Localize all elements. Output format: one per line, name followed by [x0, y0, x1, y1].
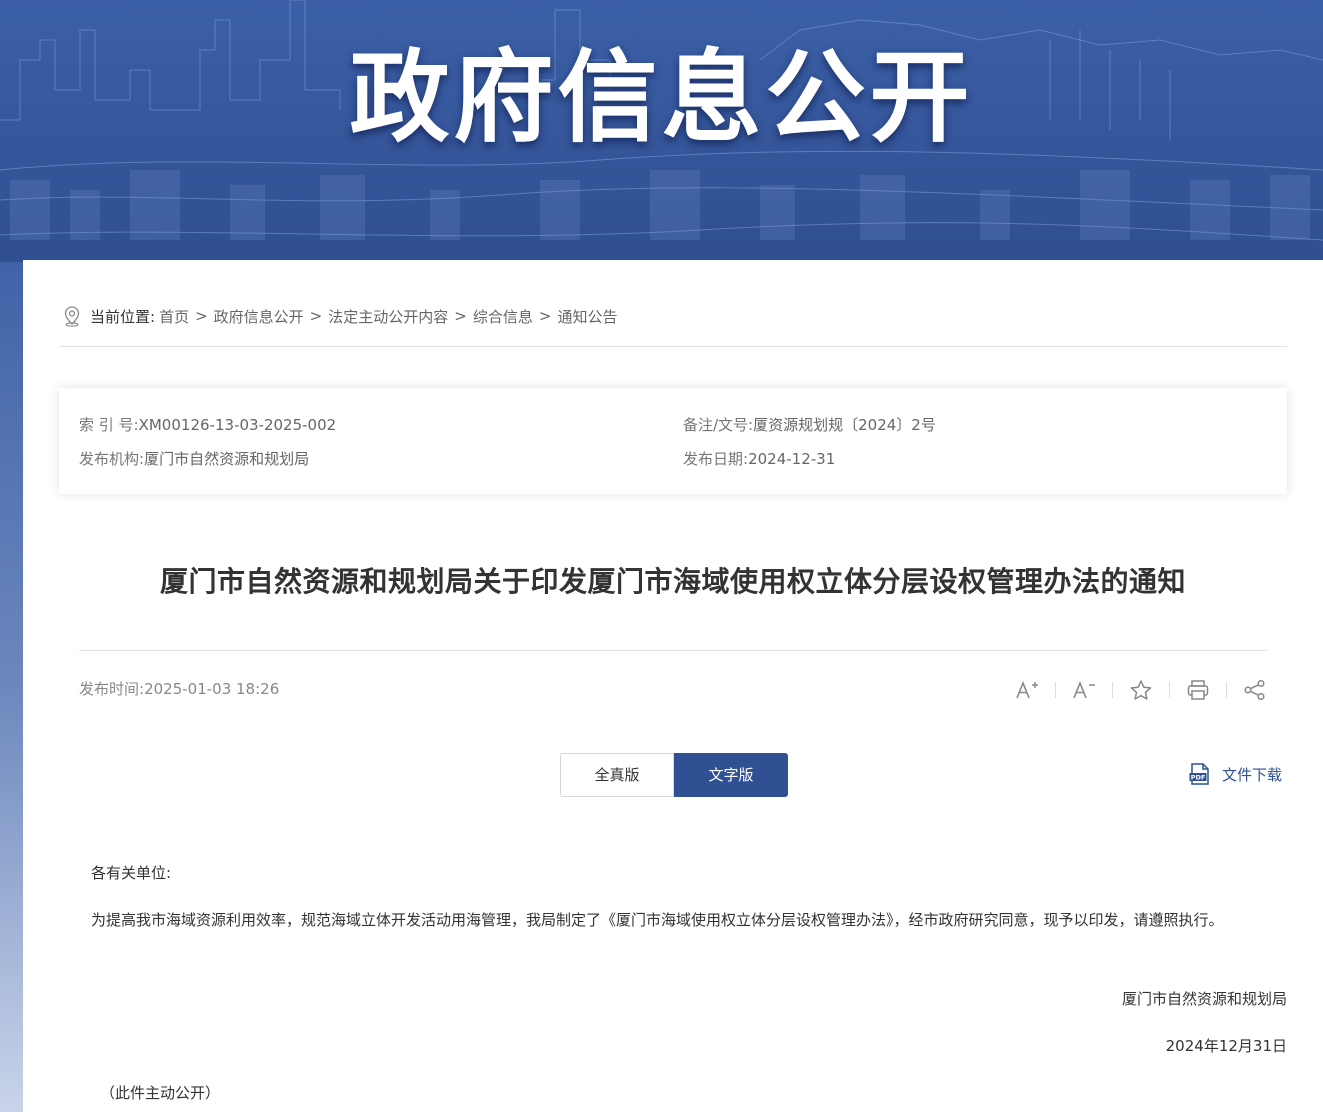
- article-title: 厦门市自然资源和规划局关于印发厦门市海域使用权立体分层设权管理办法的通知: [159, 565, 1186, 598]
- meta-org-label: 发布机构:: [79, 450, 145, 468]
- meta-doc-number: 备注/文号:厦资源规划规〔2024〕2号: [683, 414, 936, 435]
- publish-time-value: 2025-01-03 18:26: [144, 680, 280, 698]
- document-meta-box: 索 引 号:XM00126-13-03-2025-002 备注/文号:厦资源规划…: [59, 388, 1287, 494]
- signature-date: 2024年12月31日: [1165, 1037, 1287, 1055]
- breadcrumb-separator: >: [454, 307, 467, 325]
- disclosure-note: （此件主动公开）: [100, 1084, 221, 1102]
- header-banner: 政府信息公开: [0, 0, 1323, 262]
- file-download-label: 文件下载: [1222, 765, 1283, 784]
- pdf-icon: PDF: [1189, 763, 1209, 785]
- toolbar-separator: [1055, 682, 1056, 698]
- breadcrumb-separator: >: [195, 307, 208, 325]
- meta-index-value: XM00126-13-03-2025-002: [138, 416, 337, 434]
- breadcrumb-statutory[interactable]: 法定主动公开内容: [328, 306, 448, 327]
- meta-org-value: 厦门市自然资源和规划局: [144, 450, 310, 468]
- share-icon[interactable]: [1241, 676, 1269, 704]
- toolbar-separator: [1169, 682, 1170, 698]
- meta-date: 发布日期:2024-12-31: [683, 448, 835, 469]
- breadcrumb-home[interactable]: 首页: [159, 306, 189, 327]
- divider: [79, 650, 1267, 651]
- article-toolbar: [1013, 676, 1269, 704]
- breadcrumb: 当前位置: 首页 > 政府信息公开 > 法定主动公开内容 > 综合信息 > 通知…: [62, 303, 617, 329]
- svg-text:PDF: PDF: [1191, 774, 1206, 782]
- toolbar-separator: [1112, 682, 1113, 698]
- breadcrumb-notices[interactable]: 通知公告: [557, 306, 617, 327]
- location-pin-icon: [64, 306, 80, 327]
- meta-date-value: 2024-12-31: [748, 450, 836, 468]
- breadcrumb-gov-info[interactable]: 政府信息公开: [214, 306, 304, 327]
- meta-date-label: 发布日期:: [683, 450, 749, 468]
- publish-time: 发布时间:2025-01-03 18:26: [79, 678, 279, 699]
- meta-index: 索 引 号:XM00126-13-03-2025-002: [79, 414, 336, 435]
- meta-index-label: 索 引 号:: [79, 416, 139, 434]
- breadcrumb-lead: 当前位置:: [90, 307, 156, 326]
- file-download-link[interactable]: PDF 文件下载: [1188, 762, 1282, 786]
- breadcrumb-separator: >: [538, 307, 552, 325]
- version-tabs: 全真版 文字版: [560, 753, 788, 797]
- breadcrumb-separator: >: [309, 307, 323, 325]
- toolbar-separator: [1226, 682, 1227, 698]
- star-icon[interactable]: [1127, 676, 1155, 704]
- font-increase-icon[interactable]: [1013, 676, 1041, 704]
- font-decrease-icon[interactable]: [1070, 676, 1098, 704]
- print-icon[interactable]: [1184, 676, 1212, 704]
- left-decorative-strip: [0, 262, 23, 1112]
- divider: [59, 346, 1287, 347]
- publish-time-label: 发布时间:: [79, 680, 145, 698]
- tab-full-version[interactable]: 全真版: [560, 753, 674, 797]
- meta-doc-label: 备注/文号:: [683, 416, 754, 434]
- breadcrumb-general[interactable]: 综合信息: [473, 306, 533, 327]
- banner-title: 政府信息公开: [349, 39, 974, 156]
- meta-doc-value: 厦资源规划规〔2024〕2号: [753, 416, 936, 434]
- meta-org: 发布机构:厦门市自然资源和规划局: [79, 448, 309, 469]
- salutation: 各有关单位:: [91, 864, 172, 882]
- signature: 厦门市自然资源和规划局: [1121, 990, 1287, 1008]
- article-paragraph: 为提高我市海域资源利用效率，规范海域立体开发活动用海管理，我局制定了《厦门市海域…: [91, 911, 1224, 929]
- tab-text-version[interactable]: 文字版: [674, 753, 788, 797]
